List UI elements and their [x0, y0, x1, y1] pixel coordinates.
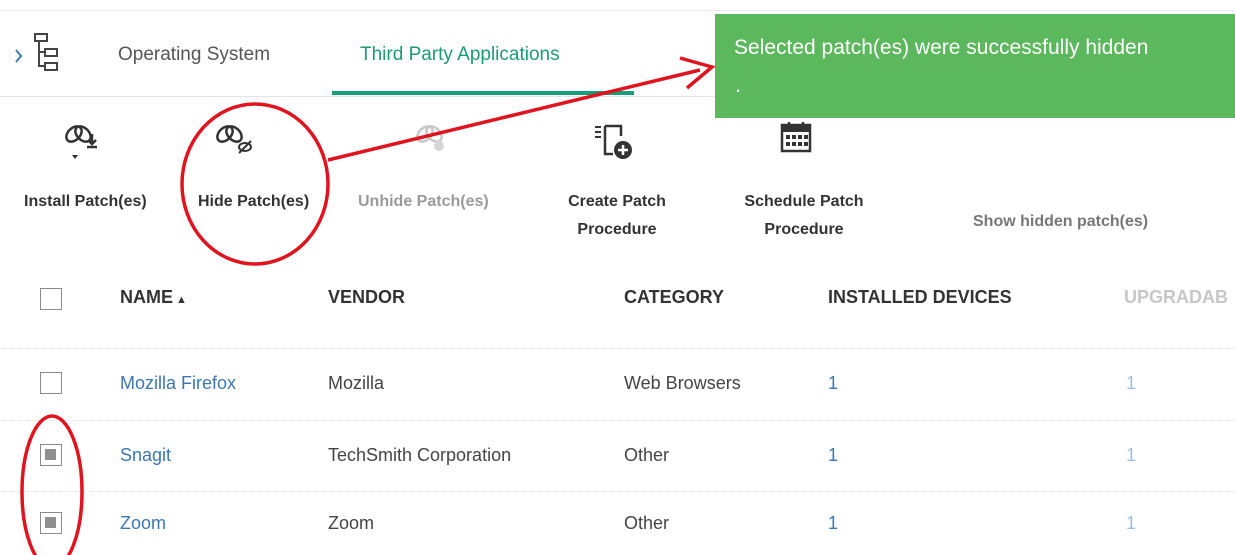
category-cell: Other: [624, 445, 670, 465]
tab-third-party-applications[interactable]: Third Party Applications: [360, 44, 560, 66]
row-divider: [0, 420, 1235, 421]
upgradable-link[interactable]: 1: [1126, 445, 1136, 466]
row-checkbox[interactable]: [40, 444, 62, 466]
create-patch-label-line1: Create Patch: [568, 193, 666, 210]
tree-toggle[interactable]: [14, 32, 72, 76]
install-patch-icon[interactable]: [62, 120, 106, 169]
column-header-name-label: NAME: [120, 287, 173, 307]
tree-structure-icon: [15, 33, 58, 71]
unhide-patch-icon: [413, 120, 453, 165]
create-procedure-icon[interactable]: [593, 120, 637, 169]
tab-operating-system[interactable]: Operating System: [118, 44, 270, 66]
create-patch-procedure-button[interactable]: Create Patch Procedure: [562, 188, 672, 244]
column-header-installed-devices[interactable]: INSTALLED DEVICES: [828, 287, 1012, 308]
hide-patch-button[interactable]: Hide Patch(es): [198, 188, 309, 216]
row-divider: [0, 348, 1235, 349]
schedule-patch-label-line1: Schedule Patch: [744, 193, 864, 210]
column-header-name[interactable]: NAME ▲: [120, 287, 187, 308]
category-cell: Web Browsers: [624, 373, 741, 393]
calendar-icon[interactable]: [780, 120, 814, 159]
top-divider: [0, 10, 1235, 11]
vendor-cell: TechSmith Corporation: [328, 445, 512, 465]
sort-ascending-icon: ▲: [176, 294, 187, 306]
app-name-link[interactable]: Mozilla Firefox: [120, 373, 236, 394]
column-header-upgradable[interactable]: UPGRADAB: [1124, 287, 1228, 308]
category-cell: Other: [624, 513, 670, 533]
install-patch-button[interactable]: Install Patch(es): [24, 188, 147, 216]
row-checkbox[interactable]: [40, 372, 62, 394]
annotation-arrow-head: [679, 56, 716, 90]
create-patch-label-line2: Procedure: [577, 221, 657, 238]
app-name-link[interactable]: Zoom: [120, 513, 166, 534]
schedule-patch-label-line2: Procedure: [764, 221, 844, 238]
installed-devices-link[interactable]: 1: [828, 373, 838, 394]
toast-message: Selected patch(es) were successfully hid…: [734, 36, 1149, 59]
active-tab-indicator: [332, 91, 634, 95]
toast-trailing-dot: .: [735, 72, 742, 97]
hide-patch-icon[interactable]: [213, 120, 261, 165]
schedule-patch-procedure-button[interactable]: Schedule Patch Procedure: [735, 188, 873, 244]
installed-devices-link[interactable]: 1: [828, 445, 838, 466]
show-hidden-patches-link[interactable]: Show hidden patch(es): [973, 208, 1148, 236]
upgradable-link[interactable]: 1: [1126, 513, 1136, 534]
app-name-link[interactable]: Snagit: [120, 445, 171, 466]
checkbox-highlight-oval: [20, 414, 84, 555]
success-toast: Selected patch(es) were successfully hid…: [715, 14, 1235, 118]
vendor-cell: Zoom: [328, 513, 375, 533]
column-header-vendor[interactable]: VENDOR: [328, 287, 405, 308]
column-header-category[interactable]: CATEGORY: [624, 287, 724, 308]
row-checkbox[interactable]: [40, 512, 62, 534]
select-all-checkbox[interactable]: [40, 288, 62, 310]
upgradable-link[interactable]: 1: [1126, 373, 1136, 394]
vendor-cell: Mozilla: [328, 373, 385, 393]
annotation-arrow-line: [327, 68, 701, 162]
unhide-patch-button: Unhide Patch(es): [358, 193, 489, 210]
installed-devices-link[interactable]: 1: [828, 513, 838, 534]
row-divider: [0, 491, 1235, 492]
